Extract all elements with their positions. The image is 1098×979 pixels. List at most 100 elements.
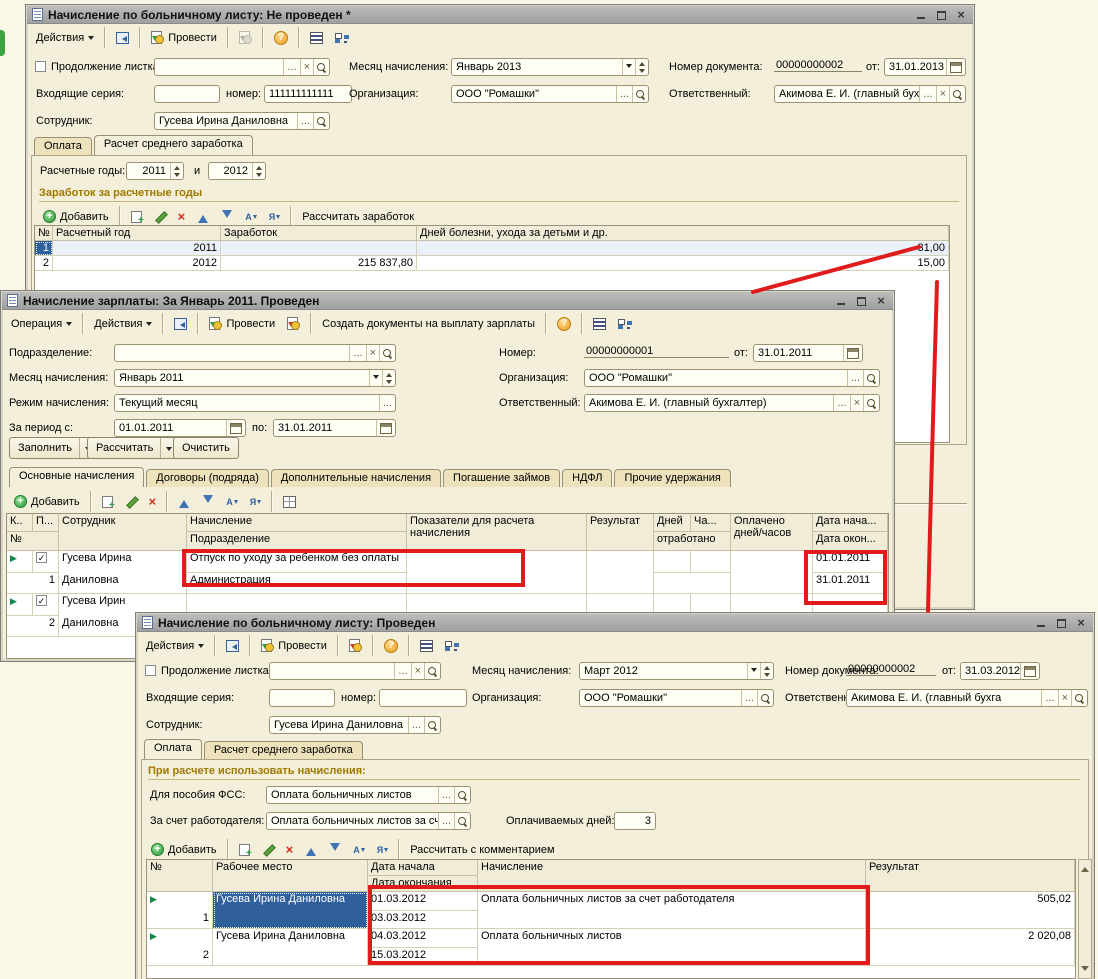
post-button[interactable]: Провести (146, 29, 222, 46)
year1-spinner[interactable] (170, 163, 183, 179)
maximize-button[interactable] (854, 294, 868, 307)
open-button[interactable] (313, 59, 329, 75)
calendar-button[interactable] (843, 345, 862, 361)
col-workplace[interactable]: Рабочее место (213, 860, 368, 892)
copy-row-button[interactable]: + (234, 842, 255, 858)
continuation-field[interactable]: ... × (154, 58, 330, 76)
employee-field[interactable]: Гусева Ирина Даниловна ... (154, 112, 330, 130)
actions-menu-button[interactable]: Действия (31, 30, 99, 46)
minimize-button[interactable] (914, 8, 928, 21)
continuation-checkbox[interactable] (35, 61, 46, 72)
titlebar[interactable]: Начисление зарплаты: За Январь 2011. Про… (2, 292, 893, 310)
department-field[interactable]: ... × (114, 344, 396, 362)
operation-menu-button[interactable]: Операция (6, 316, 77, 332)
move-up-button[interactable] (192, 208, 214, 225)
series-field[interactable] (269, 689, 335, 707)
doc-date-field[interactable]: 31.03.2012 (960, 662, 1040, 680)
vertical-scrollbar[interactable] (1078, 859, 1092, 979)
year1-field[interactable]: 2011 (126, 162, 184, 180)
open-button[interactable] (313, 113, 329, 129)
tab-average-earnings[interactable]: Расчет среднего заработка (204, 741, 363, 759)
open-button[interactable] (379, 345, 395, 361)
responsible-field[interactable]: Акимова Е. И. (главный бухг ... × (774, 85, 966, 103)
choose-button[interactable]: ... (379, 395, 395, 411)
sort-asc-button[interactable]: А (240, 210, 262, 224)
col-indicators[interactable]: Показатели для расчета начисления (407, 514, 587, 551)
month-combo[interactable]: Январь 2013 (451, 58, 649, 76)
choose-button[interactable]: ... (847, 370, 863, 386)
titlebar[interactable]: Начисление по больничному листу: Не пров… (27, 6, 973, 24)
month-spinner[interactable] (635, 59, 648, 75)
list-settings-button[interactable] (415, 638, 438, 654)
tab-payment[interactable]: Оплата (144, 739, 202, 759)
series-field[interactable] (154, 85, 220, 103)
edit-row-button[interactable] (257, 842, 279, 858)
tab-payment[interactable]: Оплата (34, 137, 92, 155)
add-row-button[interactable]: +Добавить (9, 493, 85, 510)
choose-button[interactable]: ... (283, 59, 299, 75)
navigate-button[interactable] (111, 30, 134, 46)
calc-with-comment-button[interactable]: Рассчитать с комментарием (405, 842, 559, 858)
post-button[interactable]: Провести (256, 637, 332, 654)
delete-row-button[interactable]: × (173, 209, 191, 225)
structure-button[interactable] (440, 638, 463, 654)
col-k[interactable]: К.. (7, 514, 33, 532)
col-accrual[interactable]: Начисление (187, 514, 407, 532)
post-button[interactable]: Провести (204, 315, 280, 332)
open-button[interactable] (949, 86, 965, 102)
tab-loan-repayment[interactable]: Погашение займов (443, 469, 560, 487)
choose-button[interactable]: ... (833, 395, 849, 411)
choose-button[interactable]: ... (438, 787, 454, 803)
table-row[interactable]: 1 2011 31,00 (35, 241, 949, 256)
row-checkbox[interactable]: ✓ (36, 595, 47, 606)
col-employee[interactable]: Сотрудник (59, 514, 187, 551)
choose-button[interactable]: ... (919, 86, 935, 102)
year2-spinner[interactable] (252, 163, 265, 179)
move-down-button[interactable] (197, 493, 219, 510)
clear-button[interactable]: × (300, 59, 313, 75)
org-field[interactable]: ООО "Ромашки" ... (584, 369, 880, 387)
list-settings-button[interactable] (588, 316, 611, 332)
row-checkbox[interactable]: ✓ (36, 552, 47, 563)
col-days[interactable]: Дней (654, 514, 691, 532)
dropdown-button[interactable] (747, 663, 760, 679)
help-button[interactable]: ? (552, 315, 576, 333)
edit-row-button[interactable] (149, 209, 171, 225)
titlebar[interactable]: Начисление по больничному листу: Проведе… (137, 614, 1093, 632)
period-to-field[interactable]: 31.01.2011 (273, 419, 396, 437)
col-year[interactable]: Расчетный год (53, 226, 221, 241)
calendar-button[interactable] (1020, 663, 1039, 679)
responsible-field[interactable]: Акимова Е. И. (главный бухга ... × (846, 689, 1088, 707)
tab-other-deductions[interactable]: Прочие удержания (614, 469, 730, 487)
choose-button[interactable]: ... (408, 717, 424, 733)
move-up-button[interactable] (300, 841, 322, 858)
structure-button[interactable] (613, 316, 636, 332)
add-row-button[interactable]: +Добавить (146, 841, 222, 858)
org-field[interactable]: ООО "Ромашки" ... (579, 689, 774, 707)
paid-days-field[interactable]: 3 (614, 812, 656, 830)
calculate-button[interactable]: Рассчитать (87, 437, 181, 459)
mode-field[interactable]: Текущий месяц ... (114, 394, 396, 412)
tab-additional-accruals[interactable]: Дополнительные начисления (271, 469, 441, 487)
col-result[interactable]: Результат (866, 860, 1075, 892)
open-button[interactable] (424, 663, 440, 679)
help-button[interactable]: ? (379, 637, 403, 655)
table-row[interactable]: ▶ 2 Гусева Ирина Даниловна 04.03.2012 15… (147, 929, 1075, 966)
col-earnings[interactable]: Заработок (221, 226, 417, 241)
month-combo[interactable]: Март 2012 (579, 662, 774, 680)
col-worked[interactable]: отработано (654, 532, 731, 551)
continuation-checkbox[interactable] (145, 665, 156, 676)
col-num[interactable]: № (147, 860, 213, 892)
col-hours[interactable]: Ча... (691, 514, 731, 532)
choose-button[interactable]: ... (1041, 690, 1057, 706)
tab-ndfl[interactable]: НДФЛ (562, 469, 612, 487)
clear-button[interactable]: × (936, 86, 949, 102)
maximize-button[interactable] (1054, 616, 1068, 629)
doc-number-value[interactable]: 00000000002 (846, 663, 936, 676)
move-up-button[interactable] (173, 493, 195, 510)
help-button[interactable]: ? (269, 29, 293, 47)
month-spinner[interactable] (760, 663, 773, 679)
add-row-button[interactable]: +Добавить (38, 208, 114, 225)
structure-button[interactable] (330, 30, 353, 46)
choose-button[interactable]: ... (741, 690, 757, 706)
